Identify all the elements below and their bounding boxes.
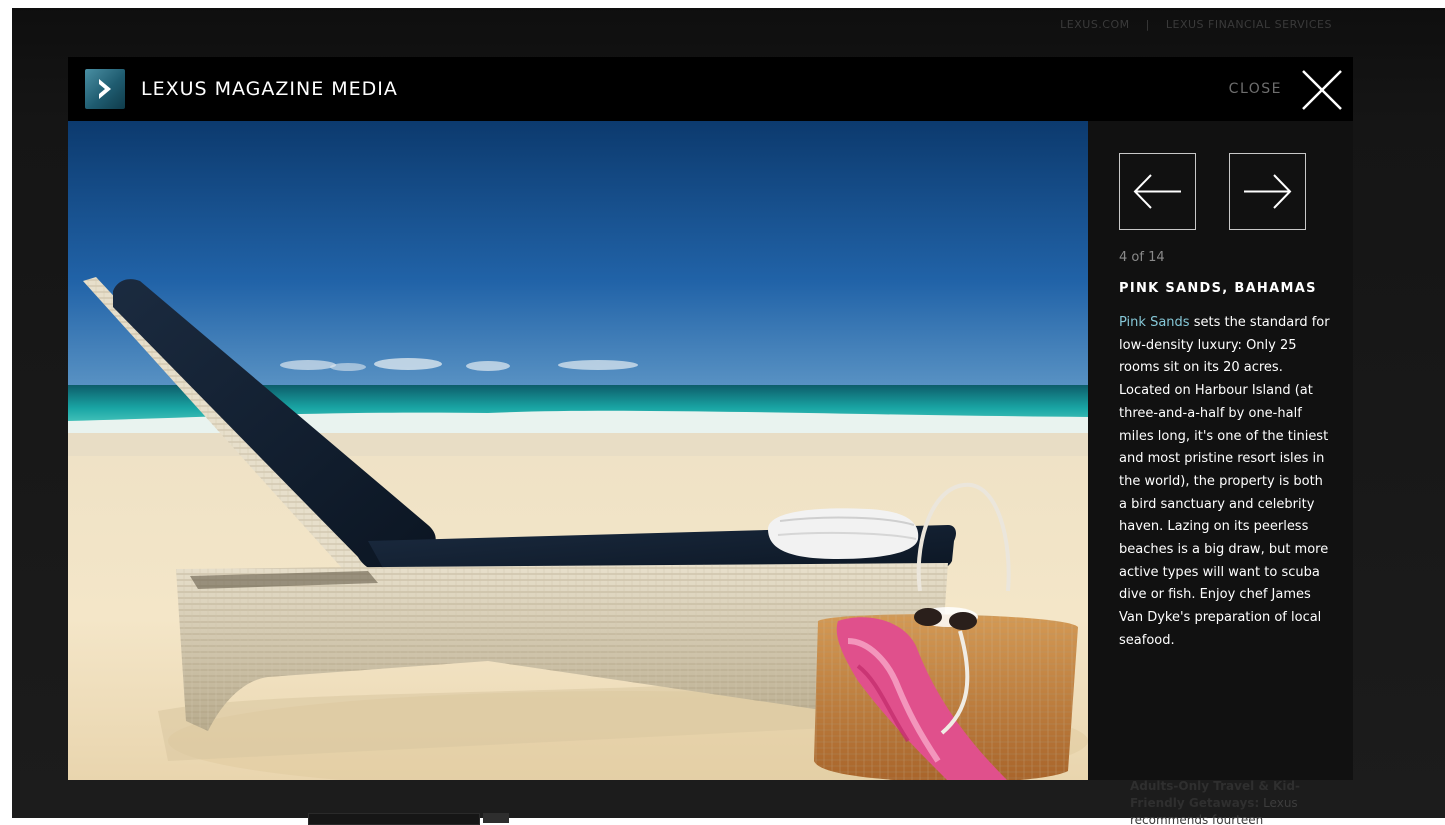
play-arrow-icon	[85, 69, 125, 109]
media-modal: LEXUS MAGAZINE MEDIA CLOSE 4 of 14 PINK …	[68, 57, 1353, 780]
arrow-right-icon	[1244, 174, 1292, 209]
info-panel: 4 of 14 PINK SANDS, BAHAMAS Pink Sands s…	[1088, 121, 1353, 780]
background-sidebar-snippet: Adults-Only Travel & Kid-Friendly Getawa…	[1130, 778, 1330, 825]
background-search-input[interactable]	[308, 813, 480, 825]
photo-description: Pink Sands sets the standard for low-den…	[1119, 312, 1334, 653]
photo-title: PINK SANDS, BAHAMAS	[1119, 281, 1317, 296]
modal-title: LEXUS MAGAZINE MEDIA	[141, 78, 398, 100]
slide-counter: 4 of 14	[1119, 250, 1165, 265]
link-separator: |	[1145, 18, 1150, 31]
background-search-button[interactable]	[483, 813, 509, 823]
gallery-photo	[68, 121, 1088, 780]
close-x-icon[interactable]	[1299, 67, 1345, 113]
page: LEXUS.COM | LEXUS FINANCIAL SERVICES Adult…	[0, 0, 1445, 825]
page-edge-top	[0, 0, 1445, 8]
link-lexus-com[interactable]: LEXUS.COM	[1060, 18, 1129, 31]
previous-button[interactable]	[1119, 153, 1196, 230]
next-button[interactable]	[1229, 153, 1306, 230]
pink-sands-link[interactable]: Pink Sands	[1119, 315, 1190, 330]
link-financial-services[interactable]: LEXUS FINANCIAL SERVICES	[1166, 18, 1332, 31]
close-label[interactable]: CLOSE	[1229, 81, 1282, 97]
page-edge-left	[0, 0, 12, 825]
arrow-left-icon	[1133, 174, 1181, 209]
description-body: sets the standard for low-density luxury…	[1119, 315, 1330, 648]
modal-header: LEXUS MAGAZINE MEDIA CLOSE	[68, 57, 1353, 121]
header-links: LEXUS.COM | LEXUS FINANCIAL SERVICES	[1052, 18, 1340, 31]
